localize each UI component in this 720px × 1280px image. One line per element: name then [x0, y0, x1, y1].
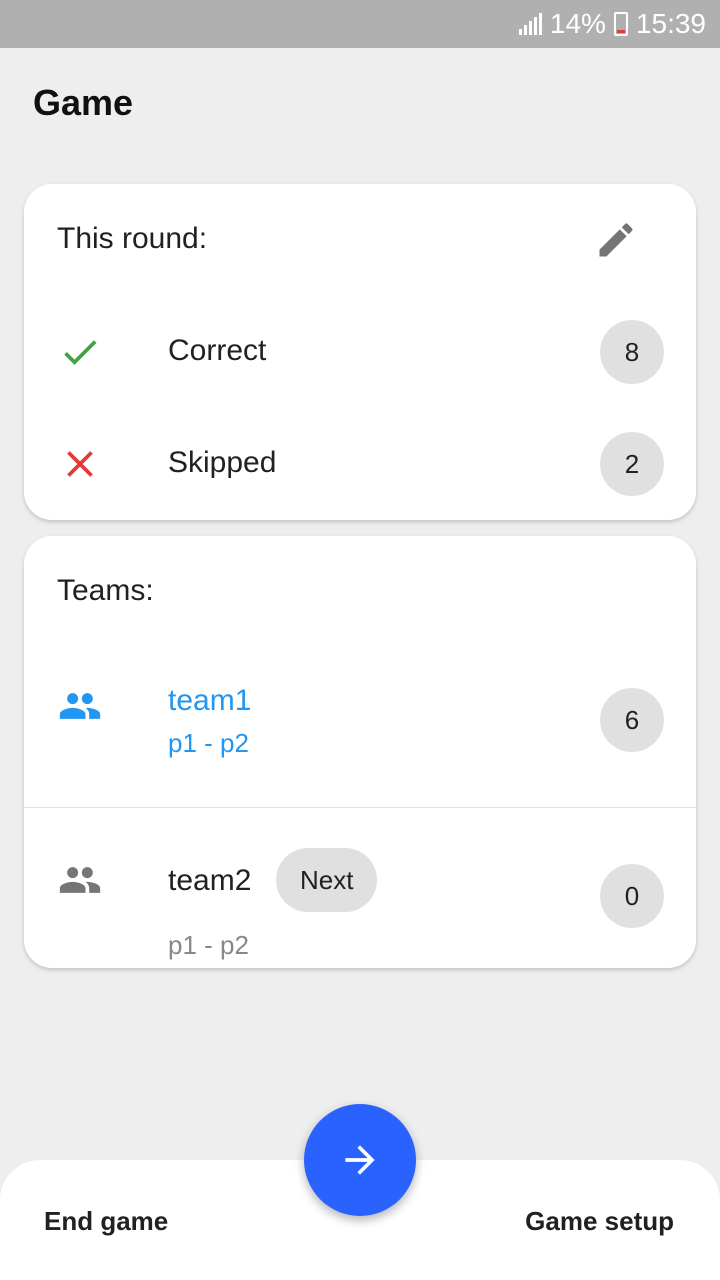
- skipped-count-badge: 2: [600, 432, 664, 496]
- signal-icon: [517, 13, 542, 35]
- arrow-right-icon: [345, 1145, 375, 1175]
- group-icon: [59, 693, 101, 719]
- end-game-button[interactable]: End game: [44, 1206, 168, 1237]
- edit-icon[interactable]: [594, 218, 638, 262]
- battery-percentage: 14%: [549, 8, 606, 39]
- check-icon: [64, 340, 97, 365]
- group-icon: [59, 867, 101, 893]
- skipped-label: Skipped: [168, 446, 277, 479]
- team2-name: team2: [168, 864, 252, 897]
- teams-card: Teams: team1 p1 - p2 6 team2 Next p1 - p…: [24, 536, 696, 968]
- round-card: This round: Correct 8 Skipped 2: [24, 184, 696, 520]
- page-title: Game: [33, 82, 134, 123]
- team1-players: p1 - p2: [168, 728, 249, 758]
- correct-label: Correct: [168, 334, 267, 367]
- divider: [24, 807, 696, 808]
- clock: 15:39: [635, 8, 706, 39]
- next-badge: Next: [276, 848, 378, 912]
- team1-score-badge: 6: [600, 688, 664, 752]
- battery-icon: [613, 12, 628, 36]
- game-setup-button[interactable]: Game setup: [525, 1206, 674, 1237]
- teams-heading: Teams:: [57, 574, 154, 607]
- round-heading: This round:: [57, 222, 208, 255]
- next-turn-fab[interactable]: [304, 1104, 416, 1216]
- status-bar: 14% 15:39: [0, 0, 720, 48]
- team2-players: p1 - p2: [168, 930, 249, 960]
- correct-count-badge: 8: [600, 320, 664, 384]
- team1-name: team1: [168, 684, 252, 717]
- close-icon: [67, 451, 93, 477]
- team2-score-badge: 0: [600, 864, 664, 928]
